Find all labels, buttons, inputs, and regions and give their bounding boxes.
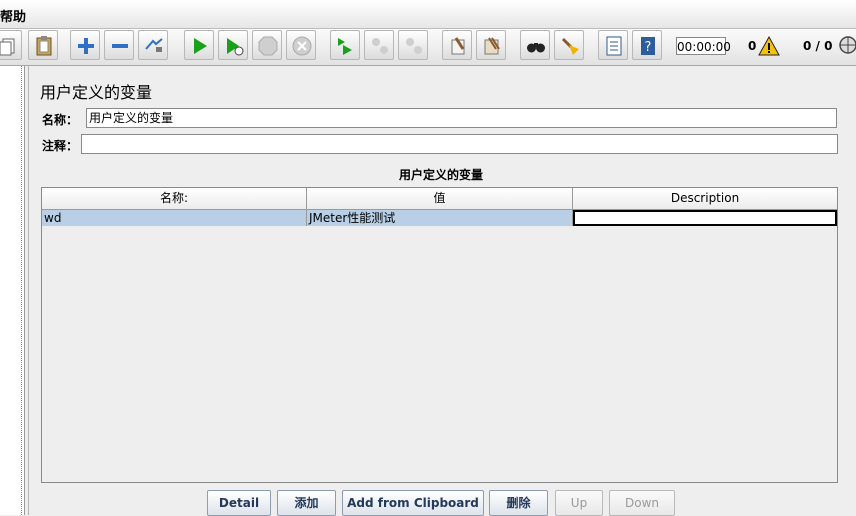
remote-shutdown-button[interactable] — [398, 30, 428, 60]
table-header: 名称: 值 Description — [42, 188, 837, 210]
cell-value[interactable]: JMeter性能测试 — [307, 210, 573, 226]
remote-start-icon — [338, 38, 352, 55]
clear-button[interactable] — [442, 30, 472, 60]
start-no-pause-button[interactable] — [218, 30, 248, 60]
menu-bar: 帮助 — [0, 0, 856, 29]
elapsed-timer: 00:00:00 — [676, 37, 731, 55]
variables-table: 名称: 值 Description wd JMeter性能测试 — [41, 187, 838, 483]
table-caption: 用户定义的变量 — [398, 168, 483, 182]
copy-button[interactable] — [0, 30, 22, 60]
copy-icon — [0, 38, 15, 56]
function-helper-button[interactable] — [598, 30, 628, 60]
expand-icon — [78, 38, 94, 54]
reset-search-icon — [561, 37, 579, 55]
toggle-icon — [145, 38, 163, 52]
down-button[interactable]: Down — [609, 490, 675, 516]
user-variables-panel: 用户定义的变量 名称： 用户定义的变量 注释： 用户定义的变量 名称: 值 De… — [28, 66, 853, 516]
column-header-value[interactable]: 值 — [307, 188, 573, 209]
toggle-button[interactable] — [138, 30, 168, 60]
remote-stop-button[interactable] — [364, 30, 394, 60]
paste-button[interactable] — [28, 30, 58, 60]
start-icon — [194, 38, 207, 54]
cell-name[interactable]: wd — [42, 210, 307, 226]
svg-text:?: ? — [645, 40, 652, 55]
tree-divider — [20, 66, 22, 515]
add-button[interactable]: 添加 — [277, 490, 336, 516]
name-label: 名称： — [42, 113, 79, 127]
shutdown-icon — [292, 36, 312, 56]
collapse-icon — [112, 44, 128, 48]
comment-label: 注释： — [42, 139, 79, 153]
help-button[interactable]: ? — [632, 30, 662, 60]
clear-all-button[interactable] — [476, 30, 506, 60]
remote-shutdown-icon — [406, 38, 422, 54]
search-icon — [527, 43, 545, 53]
search-button[interactable] — [520, 30, 550, 60]
start-no-pause-icon — [227, 38, 244, 56]
up-button[interactable]: Up — [555, 490, 603, 516]
cell-description-editor[interactable] — [573, 210, 837, 226]
clear-icon — [451, 37, 465, 55]
remote-stop-icon — [372, 38, 388, 54]
expand-button[interactable] — [70, 30, 100, 60]
help-icon: ? — [641, 37, 655, 55]
clear-all-icon — [484, 37, 500, 55]
error-count: 0 — [748, 39, 757, 53]
table-row[interactable]: wd JMeter性能测试 — [42, 210, 837, 226]
collapse-button[interactable] — [104, 30, 134, 60]
test-plan-tree[interactable] — [0, 66, 25, 515]
stop-button[interactable] — [252, 30, 282, 60]
thread-count: 0 / 0 — [803, 39, 833, 53]
delete-button[interactable]: 删除 — [489, 490, 548, 516]
page-title: 用户定义的变量 — [40, 83, 153, 102]
toolbar: ? 00:00:00 0 0 / 0 — [0, 29, 856, 66]
column-header-description[interactable]: Description — [573, 188, 837, 209]
name-field[interactable]: 用户定义的变量 — [86, 108, 837, 128]
reset-search-button[interactable] — [554, 30, 584, 60]
detail-button[interactable]: Detail — [207, 490, 271, 516]
start-button[interactable] — [184, 30, 214, 60]
remote-start-button[interactable] — [330, 30, 360, 60]
function-helper-icon — [606, 36, 622, 56]
add-from-clipboard-button[interactable]: Add from Clipboard — [342, 490, 484, 516]
menu-help[interactable]: 帮助 — [0, 6, 26, 25]
paste-icon — [36, 36, 52, 56]
comment-field[interactable] — [81, 134, 838, 154]
column-header-name[interactable]: 名称: — [42, 188, 307, 209]
shutdown-button[interactable] — [286, 30, 316, 60]
stop-icon — [258, 36, 278, 56]
globe-icon[interactable] — [838, 35, 856, 55]
warning-icon[interactable] — [758, 36, 780, 56]
